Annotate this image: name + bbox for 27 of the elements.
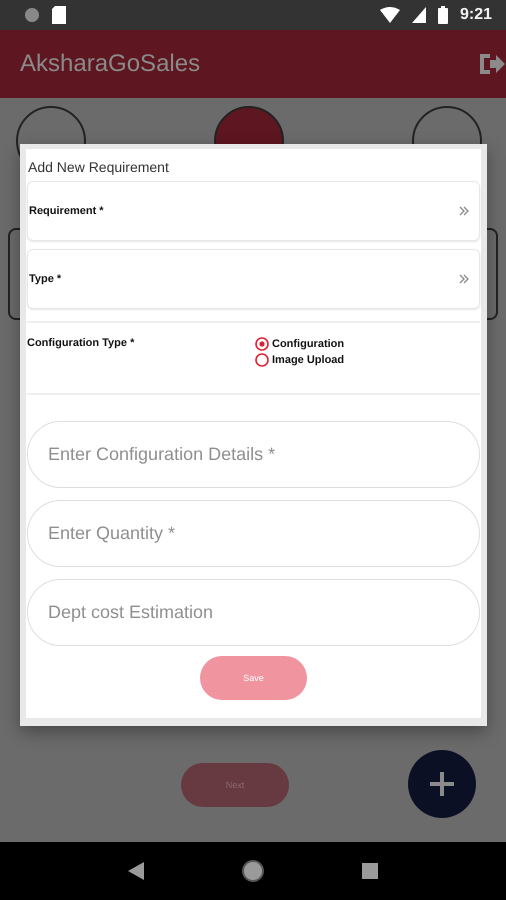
app-title: AksharaGoSales bbox=[20, 50, 200, 78]
radio-label: Image Upload bbox=[272, 354, 344, 366]
picker-label: Type * bbox=[29, 273, 62, 285]
input-field[interactable]: Enter Quantity * bbox=[27, 500, 480, 567]
recents-icon[interactable] bbox=[362, 863, 378, 879]
input-field[interactable]: Enter Configuration Details * bbox=[27, 421, 480, 488]
dialog-title: Add New Requirement bbox=[27, 158, 170, 177]
wifi-icon bbox=[380, 7, 400, 23]
signal-icon bbox=[412, 7, 426, 23]
radio-label: Configuration bbox=[272, 338, 344, 350]
logout-icon[interactable] bbox=[478, 51, 506, 77]
status-time: 9:21 bbox=[460, 6, 492, 24]
picker-field[interactable]: Type * bbox=[27, 249, 480, 309]
picker-field[interactable]: Requirement * bbox=[27, 181, 480, 241]
notification-dot-icon bbox=[24, 7, 40, 23]
input-field[interactable]: Dept cost Estimation bbox=[27, 579, 480, 646]
radio-button[interactable] bbox=[255, 337, 269, 351]
plus-icon bbox=[430, 772, 454, 796]
configuration-type-label: Configuration Type * bbox=[27, 337, 136, 351]
double-chevron-icon bbox=[459, 206, 469, 216]
back-icon[interactable] bbox=[128, 862, 144, 880]
double-chevron-icon bbox=[459, 274, 469, 284]
home-icon[interactable] bbox=[240, 859, 265, 883]
battery-icon bbox=[438, 6, 448, 24]
radio-button[interactable] bbox=[255, 353, 269, 367]
sd-card-icon bbox=[52, 6, 66, 24]
picker-label: Requirement * bbox=[29, 205, 104, 217]
